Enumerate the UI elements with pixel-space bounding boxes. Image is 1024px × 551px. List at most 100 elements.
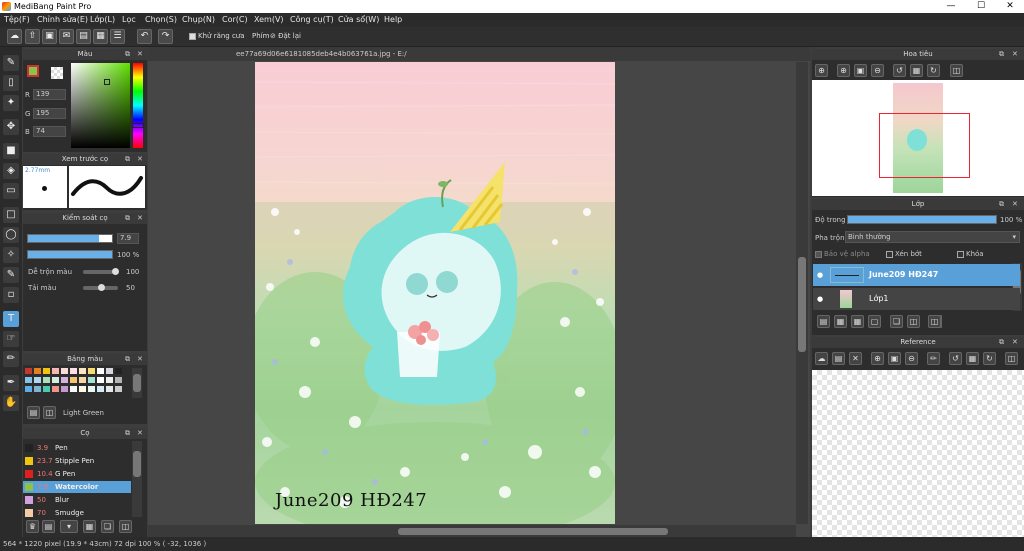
- share-icon[interactable]: ▣: [42, 29, 57, 44]
- palette-swatch[interactable]: [70, 377, 77, 383]
- antialias-toggle[interactable]: Khử răng cưa: [189, 30, 245, 43]
- cloud-icon[interactable]: ☁: [7, 29, 22, 44]
- palette-swatch[interactable]: [25, 386, 32, 392]
- canvas-vscroll-thumb[interactable]: [798, 257, 806, 352]
- brush-item[interactable]: 7.9 Watercolor: [23, 481, 131, 493]
- navigator-viewport-rect[interactable]: [879, 113, 970, 178]
- blend-slider[interactable]: [83, 268, 119, 275]
- transparent-color-swatch[interactable]: [51, 67, 63, 79]
- palette-swatch[interactable]: [52, 377, 59, 383]
- brush-item[interactable]: 3.9 Pen: [23, 442, 131, 454]
- clipping-option[interactable]: Xén bớt: [886, 250, 922, 258]
- rotate-left-icon[interactable]: ↺: [893, 64, 906, 77]
- maximize-button[interactable]: ☐: [967, 0, 995, 13]
- add-color-icon[interactable]: ▤: [27, 406, 40, 419]
- new-layer-icon[interactable]: ▤: [817, 315, 830, 328]
- new-halftone-layer-icon[interactable]: ▦: [834, 315, 847, 328]
- delete-color-icon[interactable]: ◫: [43, 406, 56, 419]
- menu-color[interactable]: Cor(C): [222, 13, 248, 27]
- fill-tool-icon[interactable]: ◈: [3, 163, 19, 179]
- palette-swatch[interactable]: [43, 386, 50, 392]
- list-icon[interactable]: ☰: [110, 29, 125, 44]
- palette-swatch[interactable]: [34, 368, 41, 374]
- flip-icon[interactable]: ◫: [950, 64, 963, 77]
- panel-close-icon[interactable]: ✕: [137, 428, 143, 439]
- minimize-button[interactable]: —: [937, 0, 965, 13]
- panel-popout-icon[interactable]: ⧉: [125, 213, 130, 224]
- palette-swatch[interactable]: [79, 377, 86, 383]
- gradient-tool-icon[interactable]: ▭: [3, 183, 19, 199]
- palette-swatch[interactable]: [97, 377, 104, 383]
- brush-item[interactable]: 10.4 G Pen: [23, 468, 131, 480]
- dot-tool-icon[interactable]: ✦: [3, 95, 19, 111]
- menu-edit[interactable]: Chỉnh sửa(E): [37, 13, 88, 27]
- eyedropper-tool-icon[interactable]: ✏: [3, 351, 19, 367]
- clipping-checkbox[interactable]: [886, 250, 893, 258]
- comment-icon[interactable]: ✉: [59, 29, 74, 44]
- panel-popout-icon[interactable]: ⧉: [125, 49, 130, 60]
- panel-popout-icon[interactable]: ⧉: [999, 199, 1004, 210]
- select-tool-icon[interactable]: □: [3, 207, 19, 223]
- reference-rotate-left-icon[interactable]: ↺: [949, 352, 962, 365]
- blue-value-field[interactable]: 74: [33, 126, 66, 137]
- palette-swatch[interactable]: [97, 368, 104, 374]
- brush-list-scrollbar[interactable]: [132, 441, 142, 517]
- reference-zoom-in-icon[interactable]: ⊕: [871, 352, 884, 365]
- palette-swatch[interactable]: [115, 368, 122, 374]
- brush-folder-icon[interactable]: ▤: [42, 520, 55, 533]
- reference-cloud-icon[interactable]: ☁: [815, 352, 828, 365]
- palette-swatch[interactable]: [115, 386, 122, 392]
- eye-icon[interactable]: ●: [817, 264, 823, 286]
- move-tool-icon[interactable]: ✥: [3, 119, 19, 135]
- eraser-tool-icon[interactable]: ▯: [3, 75, 19, 91]
- select-eraser-icon[interactable]: ▫: [3, 287, 19, 303]
- panel-close-icon[interactable]: ✕: [137, 154, 143, 165]
- delete-layer-icon[interactable]: ◫: [928, 315, 941, 328]
- layer-folder-icon[interactable]: ▢: [868, 315, 881, 328]
- reference-zoom-out-icon[interactable]: ⊖: [905, 352, 918, 365]
- current-color-swatch[interactable]: [27, 65, 39, 77]
- canvas-vertical-scrollbar[interactable]: [796, 62, 808, 524]
- panel-close-icon[interactable]: ✕: [1012, 49, 1018, 60]
- brush-size-slider[interactable]: [27, 234, 113, 243]
- menu-help[interactable]: Help: [384, 13, 402, 27]
- palette-swatch[interactable]: [88, 368, 95, 374]
- panel-close-icon[interactable]: ✕: [137, 49, 143, 60]
- brush-delete-icon[interactable]: ◫: [119, 520, 132, 533]
- panel-close-icon[interactable]: ✕: [137, 213, 143, 224]
- menu-filter[interactable]: Lọc: [122, 13, 136, 27]
- reload-slider-knob[interactable]: [98, 284, 105, 291]
- reset-rotation-icon[interactable]: ▦: [910, 64, 923, 77]
- text-tool-icon[interactable]: T: [3, 311, 19, 327]
- blend-mode-select[interactable]: Bình thường ▾: [845, 231, 1020, 243]
- brush-opacity-slider[interactable]: [27, 250, 113, 259]
- palette-swatch[interactable]: [25, 377, 32, 383]
- operation-tool-icon[interactable]: ☞: [3, 331, 19, 347]
- panel-popout-icon[interactable]: ⧉: [125, 154, 130, 165]
- reset-button[interactable]: ⊘ Đặt lại: [270, 30, 301, 43]
- select-pen-icon[interactable]: ✎: [3, 267, 19, 283]
- lock-option[interactable]: Khóa: [957, 250, 984, 258]
- menu-file[interactable]: Tệp(F): [4, 13, 30, 27]
- lasso-tool-icon[interactable]: ◯: [3, 227, 19, 243]
- canvas-hscroll-thumb[interactable]: [398, 528, 668, 535]
- brush-tool-icon[interactable]: ✎: [3, 55, 19, 71]
- navigator-view[interactable]: [812, 80, 1024, 196]
- hue-marker[interactable]: [132, 123, 144, 128]
- lock-checkbox[interactable]: [957, 250, 964, 258]
- menu-snap[interactable]: Chụp(N): [182, 13, 215, 27]
- zoom-in-alt-icon[interactable]: ⊕: [837, 64, 850, 77]
- panel-close-icon[interactable]: ✕: [137, 354, 143, 365]
- panel-popout-icon[interactable]: ⧉: [125, 354, 130, 365]
- palette-swatch[interactable]: [88, 377, 95, 383]
- pen-tool-icon[interactable]: ✒: [3, 375, 19, 391]
- new-1bit-layer-icon[interactable]: ▦: [851, 315, 864, 328]
- palette-swatch[interactable]: [34, 377, 41, 383]
- protect-alpha-option[interactable]: Bảo vệ alpha: [815, 250, 870, 258]
- brush-item[interactable]: 23.7 Stipple Pen: [23, 455, 131, 467]
- brush-size-value[interactable]: 7.9: [117, 233, 139, 244]
- brush-item[interactable]: 50 Blur: [23, 494, 131, 506]
- panel-close-icon[interactable]: ✕: [1012, 199, 1018, 210]
- eye-icon[interactable]: ●: [817, 288, 823, 310]
- reference-reset-icon[interactable]: ▦: [966, 352, 979, 365]
